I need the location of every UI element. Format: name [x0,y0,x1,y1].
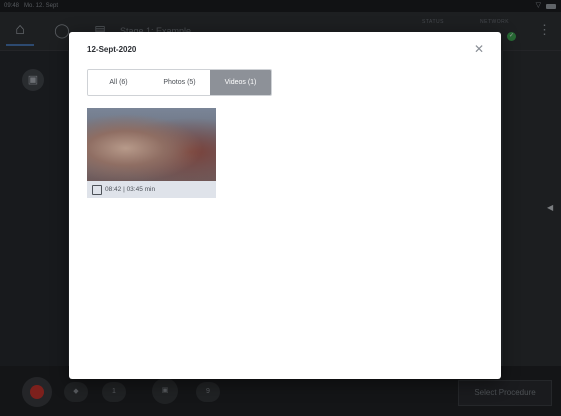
tab-photos[interactable]: Photos (5) [149,70,210,95]
video-caption: 08:42 | 03:45 min [105,186,156,193]
tab-videos[interactable]: Videos (1) [210,70,271,95]
close-icon[interactable]: ✕ [474,43,484,55]
tab-all[interactable]: All (6) [88,70,149,95]
dialog-title: 12-Sept-2020 [87,45,137,54]
video-preview-image [87,108,216,181]
video-thumbnail[interactable]: 08:42 | 03:45 min [87,108,216,198]
media-filter-tabs: All (6) Photos (5) Videos (1) [87,69,272,96]
film-icon [92,185,102,195]
media-gallery-dialog: 12-Sept-2020 ✕ All (6) Photos (5) Videos… [69,32,501,379]
video-meta: 08:42 | 03:45 min [87,181,216,198]
